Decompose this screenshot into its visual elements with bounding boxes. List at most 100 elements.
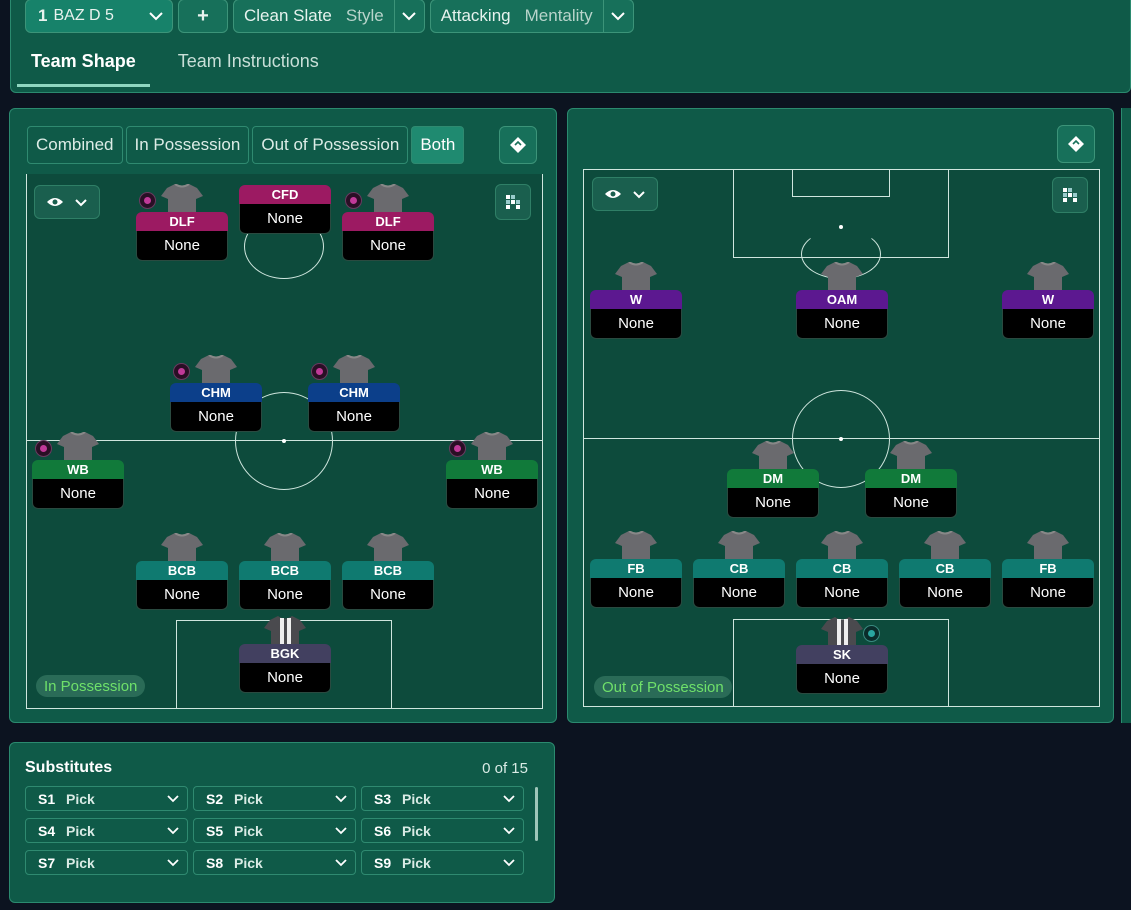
in-possession-panel: Combined In Possession Out of Possession… [9,108,557,723]
player-name: None [170,402,262,432]
chevron-down-icon [633,190,645,198]
formation-grid-button[interactable] [495,184,531,220]
chevron-down-icon [149,12,163,21]
role-label: CB [693,559,785,578]
player-slot-cb-centre[interactable]: CB None [796,531,888,611]
tactic-tabs: Team Shape Team Instructions [17,45,333,87]
tactic-options-button[interactable] [1057,125,1095,163]
player-slot-fb-left[interactable]: FB None [590,531,682,611]
sub-slot-s7[interactable]: S7 Pick [25,850,188,875]
chevron-down-icon [167,826,179,834]
player-slot-wb-right[interactable]: WB None [446,432,538,512]
toggle-combined[interactable]: Combined [27,126,123,164]
side-panel-edge [1121,108,1131,723]
player-slot-bcb-left[interactable]: BCB None [136,533,228,613]
toggle-in-possession[interactable]: In Possession [125,126,250,164]
sub-slot-s4[interactable]: S4 Pick [25,818,188,843]
role-badge [139,192,156,209]
player-slot-chm-left[interactable]: CHM None [170,355,262,435]
grid-icon [1063,188,1077,202]
role-label: DM [865,469,957,488]
role-label: WB [32,460,124,479]
sub-slot-id: S3 [374,790,392,807]
eye-icon [605,190,621,198]
player-name: None [590,578,682,608]
sub-slot-id: S1 [38,790,56,807]
player-name: None [865,488,957,518]
player-name: None [239,204,331,234]
player-name: None [1002,309,1094,339]
tactic-selector[interactable]: 1 BAZ D 5 [25,0,173,33]
player-name: None [796,664,888,694]
sub-slot-value: Pick [66,822,95,839]
player-slot-cb-left[interactable]: CB None [693,531,785,611]
sub-slot-value: Pick [402,854,431,871]
substitutes-title: Substitutes [25,759,113,776]
player-slot-bcb-right[interactable]: BCB None [342,533,434,613]
role-label: BCB [136,561,228,580]
player-slot-wb-left[interactable]: WB None [32,432,124,512]
mentality-label: Mentality [524,6,593,25]
role-label: OAM [796,290,888,309]
tactic-name: BAZ D 5 [53,7,114,24]
sub-slot-s2[interactable]: S2 Pick [193,786,356,811]
role-label: WB [446,460,538,479]
player-slot-chm-right[interactable]: CHM None [308,355,400,435]
chevron-down-icon [335,826,347,834]
mentality-dropdown-toggle[interactable] [602,0,633,32]
tactic-board-icon [1068,136,1084,152]
chevron-down-icon [75,198,87,206]
view-options-button[interactable] [592,177,658,211]
player-slot-dlf-right[interactable]: DLF None [342,184,434,264]
role-label: W [1002,290,1094,309]
chevron-down-icon [503,826,515,834]
sub-slot-s3[interactable]: S3 Pick [361,786,524,811]
player-slot-bgk[interactable]: BGK None [239,616,331,696]
substitutes-scrollbar[interactable] [535,787,538,841]
sub-slot-s9[interactable]: S9 Pick [361,850,524,875]
role-label: BGK [239,644,331,663]
eye-icon [47,198,63,206]
substitutes-panel: Substitutes 0 of 15 S1 Pick S2 Pick S3 Pick… [9,742,555,903]
player-slot-cfd[interactable]: CFD None [239,174,331,237]
role-label: BCB [239,561,331,580]
player-slot-fb-right[interactable]: FB None [1002,531,1094,611]
mentality-value: Attacking [440,6,511,25]
sub-slot-s8[interactable]: S8 Pick [193,850,356,875]
tactic-options-button[interactable] [499,126,537,164]
phase-toggle: Combined In Possession Out of Possession… [27,126,465,164]
player-slot-bcb-centre[interactable]: BCB None [239,533,331,613]
style-dropdown-toggle[interactable] [393,0,424,32]
tab-team-shape[interactable]: Team Shape [17,45,150,87]
toggle-out-of-possession[interactable]: Out of Possession [252,126,409,164]
sub-slot-s6[interactable]: S6 Pick [361,818,524,843]
player-slot-w-right[interactable]: W None [1002,262,1094,342]
player-slot-cb-right[interactable]: CB None [899,531,991,611]
player-slot-dlf-left[interactable]: DLF None [136,184,228,264]
sub-slot-value: Pick [66,854,95,871]
mentality-selector[interactable]: Attacking Mentality [429,0,634,33]
player-slot-sk[interactable]: SK None [796,617,888,697]
chevron-down-icon [335,794,347,802]
view-options-button[interactable] [34,185,100,219]
tab-team-instructions[interactable]: Team Instructions [164,45,333,87]
role-label: SK [796,645,888,664]
toggle-both[interactable]: Both [411,126,465,164]
grid-icon [506,195,520,209]
sub-slot-s1[interactable]: S1 Pick [25,786,188,811]
player-name: None [796,578,888,608]
player-slot-oam[interactable]: OAM None [796,262,888,342]
add-tactic-button[interactable]: + [178,0,228,33]
style-selector[interactable]: Clean Slate Style [233,0,425,33]
role-label: CB [899,559,991,578]
player-slot-dm-left[interactable]: DM None [727,441,819,521]
player-name: None [590,309,682,339]
role-label: CHM [170,383,262,402]
formation-grid-button[interactable] [1052,177,1088,213]
player-name: None [727,488,819,518]
player-name: None [239,580,331,610]
chevron-down-icon [402,12,416,21]
player-slot-dm-right[interactable]: DM None [865,441,957,521]
sub-slot-s5[interactable]: S5 Pick [193,818,356,843]
player-slot-w-left[interactable]: W None [590,262,682,342]
